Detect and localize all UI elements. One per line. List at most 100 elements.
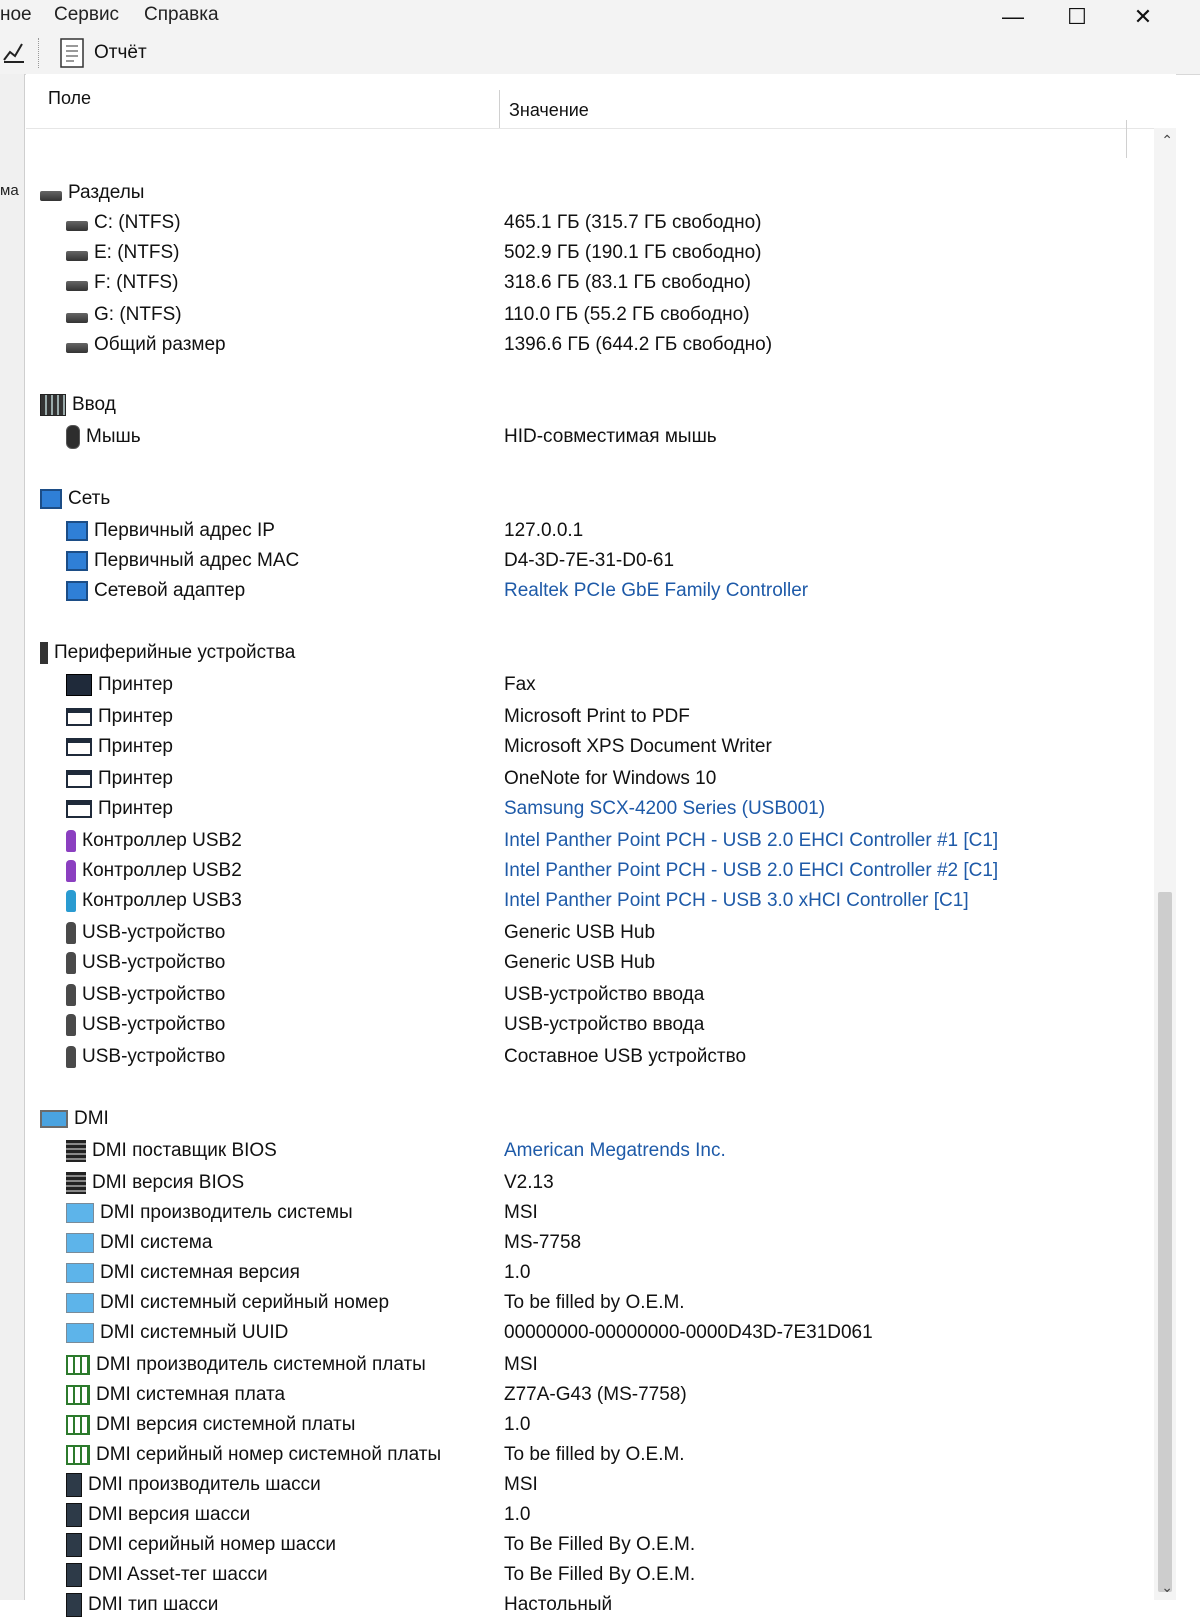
menu-item-service[interactable]: Сервис bbox=[54, 4, 119, 26]
field-label: Мышь bbox=[86, 426, 141, 447]
table-row[interactable]: DMI серийный номер системной платы To be … bbox=[26, 1440, 1146, 1470]
usb-controller-icon bbox=[66, 830, 76, 852]
field-label: DMI поставщик BIOS bbox=[92, 1140, 277, 1161]
table-row[interactable]: USB-устройство Generic USB Hub bbox=[26, 918, 1146, 948]
group-label: Разделы bbox=[68, 182, 145, 203]
field-label: Первичный адрес IP bbox=[94, 520, 275, 541]
table-row[interactable]: DMI системный серийный номер To be filled… bbox=[26, 1288, 1146, 1318]
field-cell: USB-устройство bbox=[66, 980, 225, 1010]
field-label: Принтер bbox=[98, 674, 173, 695]
table-row[interactable]: DMI системная плата Z77A-G43 (MS-7758) bbox=[26, 1380, 1146, 1410]
table-row[interactable]: DMI серийный номер шасси To Be Filled By … bbox=[26, 1530, 1146, 1560]
table-row[interactable]: Принтер Fax bbox=[26, 670, 1146, 700]
value-link[interactable]: Intel Panther Point PCH - USB 2.0 EHCI C… bbox=[504, 826, 998, 856]
table-row[interactable]: E: (NTFS) 502.9 ГБ (190.1 ГБ свободно) bbox=[26, 238, 1146, 268]
chart-icon[interactable] bbox=[2, 40, 26, 64]
table-row[interactable]: USB-устройство Составное USB устройство bbox=[26, 1042, 1146, 1072]
table-row[interactable]: Принтер Microsoft Print to PDF bbox=[26, 702, 1146, 732]
table-row[interactable]: Принтер OneNote for Windows 10 bbox=[26, 764, 1146, 794]
field-cell: DMI производитель системы bbox=[66, 1198, 353, 1228]
value-link[interactable]: Samsung SCX-4200 Series (USB001) bbox=[504, 794, 825, 824]
value-link[interactable]: American Megatrends Inc. bbox=[504, 1136, 726, 1166]
table-row[interactable]: USB-устройство Generic USB Hub bbox=[26, 948, 1146, 978]
value-cell: 1.0 bbox=[504, 1262, 531, 1283]
table-group-row[interactable]: DMI bbox=[26, 1104, 1146, 1134]
usb3-controller-icon bbox=[66, 890, 76, 912]
table-group-row[interactable]: Ввод bbox=[26, 390, 1146, 420]
table-row[interactable]: DMI системная версия 1.0 bbox=[26, 1258, 1146, 1288]
field-cell: Контроллер USB2 bbox=[66, 856, 242, 886]
table-row[interactable]: DMI тип шасси Настольный bbox=[26, 1590, 1146, 1620]
field-cell: DMI производитель системной платы bbox=[66, 1350, 426, 1380]
table-row[interactable]: DMI производитель шасси MSI bbox=[26, 1470, 1146, 1500]
table-row[interactable]: DMI системный UUID 00000000-00000000-0000… bbox=[26, 1318, 1146, 1348]
table-row[interactable]: Общий размер 1396.6 ГБ (644.2 ГБ свободно… bbox=[26, 330, 1146, 360]
usb-device-icon bbox=[66, 1046, 76, 1068]
table-row[interactable]: DMI поставщик BIOS American Megatrends In… bbox=[26, 1136, 1146, 1166]
menu-item-partial[interactable]: ное bbox=[0, 4, 32, 26]
navigation-pane[interactable]: ма bbox=[0, 74, 25, 1600]
table-row[interactable]: Первичный адрес MAC D4-3D-7E-31-D0-61 bbox=[26, 546, 1146, 576]
field-cell: DMI версия BIOS bbox=[66, 1168, 244, 1198]
field-label: Контроллер USB2 bbox=[82, 860, 242, 881]
table-row[interactable]: Принтер Samsung SCX-4200 Series (USB001) bbox=[26, 794, 1146, 824]
maximize-button[interactable]: ☐ bbox=[1052, 2, 1102, 32]
field-cell: Мышь bbox=[66, 422, 141, 452]
table-row[interactable]: DMI версия системной платы 1.0 bbox=[26, 1410, 1146, 1440]
report-icon bbox=[60, 38, 84, 68]
column-header-value[interactable]: Значение bbox=[509, 100, 589, 121]
nav-item-fragment[interactable]: ма bbox=[0, 182, 19, 199]
table-group-row[interactable]: Сеть bbox=[26, 484, 1146, 514]
table-row[interactable]: DMI производитель системы MSI bbox=[26, 1198, 1146, 1228]
value-cell: To be filled by O.E.M. bbox=[504, 1444, 685, 1465]
table-row[interactable]: DMI версия шасси 1.0 bbox=[26, 1500, 1146, 1530]
usb-controller-icon bbox=[66, 860, 76, 882]
table-row[interactable]: C: (NTFS) 465.1 ГБ (315.7 ГБ свободно) bbox=[26, 208, 1146, 238]
menu-item-help[interactable]: Справка bbox=[144, 4, 219, 26]
table-row[interactable]: Принтер Microsoft XPS Document Writer bbox=[26, 732, 1146, 762]
value-cell: OneNote for Windows 10 bbox=[504, 768, 717, 789]
table-row[interactable]: USB-устройство USB-устройство ввода bbox=[26, 1010, 1146, 1040]
table-row[interactable]: Первичный адрес IP 127.0.0.1 bbox=[26, 516, 1146, 546]
table-group-row[interactable]: Разделы bbox=[26, 178, 1146, 208]
report-button[interactable]: Отчёт bbox=[58, 36, 147, 70]
scroll-down-arrow-icon[interactable]: ⌄ bbox=[1161, 1579, 1173, 1596]
table-row[interactable]: Контроллер USB3 Intel Panther Point PCH -… bbox=[26, 886, 1146, 916]
value-link[interactable]: Intel Panther Point PCH - USB 3.0 xHCI C… bbox=[504, 886, 969, 916]
table-group-row[interactable]: Периферийные устройства bbox=[26, 638, 1146, 668]
scrollbar-thumb[interactable] bbox=[1158, 892, 1172, 1592]
value-cell: 502.9 ГБ (190.1 ГБ свободно) bbox=[504, 242, 762, 263]
table-row[interactable]: F: (NTFS) 318.6 ГБ (83.1 ГБ свободно) bbox=[26, 268, 1146, 298]
table-row[interactable]: DMI производитель системной платы MSI bbox=[26, 1350, 1146, 1380]
value-cell: MSI bbox=[504, 1202, 538, 1223]
table-row[interactable]: G: (NTFS) 110.0 ГБ (55.2 ГБ свободно) bbox=[26, 300, 1146, 330]
table-row[interactable]: Контроллер USB2 Intel Panther Point PCH -… bbox=[26, 856, 1146, 886]
minimize-button[interactable]: — bbox=[988, 2, 1038, 32]
value-link[interactable]: Realtek PCIe GbE Family Controller bbox=[504, 576, 808, 606]
printer-icon bbox=[66, 800, 92, 818]
value-link[interactable]: Intel Panther Point PCH - USB 2.0 EHCI C… bbox=[504, 856, 998, 886]
value-cell: V2.13 bbox=[504, 1172, 554, 1193]
table-row[interactable]: Сетевой адаптер Realtek PCIe GbE Family C… bbox=[26, 576, 1146, 606]
field-label: USB-устройство bbox=[82, 1046, 226, 1067]
printer-icon bbox=[66, 770, 92, 788]
fax-printer-icon bbox=[66, 674, 92, 696]
column-divider-end[interactable] bbox=[1126, 120, 1127, 158]
table-row[interactable]: DMI система MS-7758 bbox=[26, 1228, 1146, 1258]
table-row[interactable]: Контроллер USB2 Intel Panther Point PCH -… bbox=[26, 826, 1146, 856]
system-icon bbox=[66, 1293, 94, 1313]
value-cell: To Be Filled By O.E.M. bbox=[504, 1564, 696, 1585]
table-row[interactable]: Мышь HID-совместимая мышь bbox=[26, 422, 1146, 452]
chassis-icon bbox=[66, 1563, 82, 1587]
table-row[interactable]: DMI версия BIOS V2.13 bbox=[26, 1168, 1146, 1198]
value-cell: 318.6 ГБ (83.1 ГБ свободно) bbox=[504, 272, 751, 293]
system-icon bbox=[66, 1233, 94, 1253]
scroll-up-arrow-icon[interactable]: ⌃ bbox=[1161, 132, 1173, 149]
table-row[interactable]: USB-устройство USB-устройство ввода bbox=[26, 980, 1146, 1010]
close-button[interactable]: ✕ bbox=[1118, 2, 1168, 32]
table-row[interactable]: DMI Asset-тег шасси To Be Filled By O.E.M… bbox=[26, 1560, 1146, 1590]
field-cell: USB-устройство bbox=[66, 918, 225, 948]
column-header-field[interactable]: Поле bbox=[48, 88, 91, 109]
vertical-scrollbar[interactable]: ⌃ ⌄ bbox=[1154, 128, 1176, 1600]
column-divider[interactable] bbox=[499, 90, 500, 128]
